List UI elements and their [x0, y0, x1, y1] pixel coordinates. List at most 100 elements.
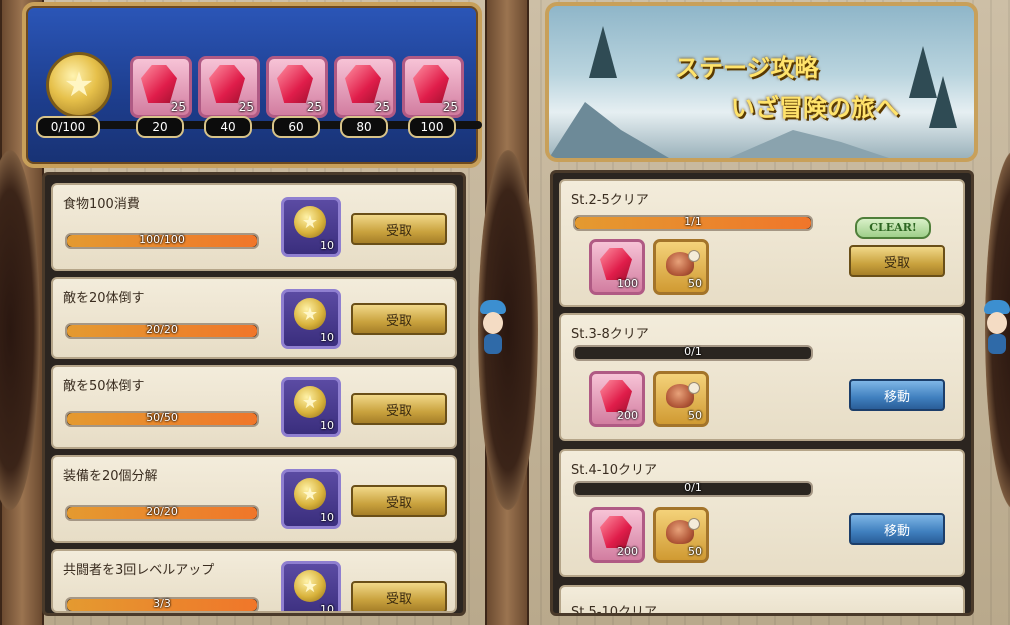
reward-qty: 200: [617, 409, 638, 422]
claim-button[interactable]: 受取: [351, 485, 447, 517]
stage-progress-text: 1/1: [684, 215, 702, 228]
gem-reward-item[interactable]: 200: [589, 507, 645, 563]
mission-progress-bar: 50/50: [65, 411, 259, 427]
star-reward-item[interactable]: ★ 10: [281, 377, 341, 437]
stage-progress-bar: 0/1: [573, 481, 813, 497]
stage-mission-card: St.2-5クリア 1/1 100 50 CLEAR! 受取: [559, 179, 965, 307]
reward-qty: 25: [170, 100, 186, 114]
star-reward-item[interactable]: ★ 10: [281, 289, 341, 349]
mission-progress-text: 20/20: [146, 323, 178, 336]
milestone-label-60: 60: [272, 116, 320, 138]
milestone-label-20: 20: [136, 116, 184, 138]
star-coin-icon: ★: [294, 478, 326, 510]
stage-progress-bar: 1/1: [573, 215, 813, 231]
stage-mission-panel: St.2-5クリア 1/1 100 50 CLEAR! 受取 St.3-8クリア…: [550, 170, 974, 616]
mission-progress-bar: 20/20: [65, 323, 259, 339]
mission-progress-text: 100/100: [139, 233, 185, 246]
stage-mission-card: St.5-10クリア: [559, 585, 965, 616]
star-medal-icon: ★: [46, 52, 112, 118]
mountain-shape: [729, 130, 889, 158]
claim-button[interactable]: 受取: [351, 581, 447, 611]
mission-progress-text: 20/20: [146, 505, 178, 518]
reward-qty: 25: [238, 100, 254, 114]
gem-icon: [600, 248, 632, 280]
milestone-reward-100[interactable]: 25: [402, 56, 464, 118]
milestone-label-100: 100: [408, 116, 456, 138]
gem-icon: [600, 516, 632, 548]
gem-icon: [413, 65, 449, 103]
claim-button[interactable]: 受取: [849, 245, 945, 277]
reward-qty: 10: [320, 603, 334, 613]
star-reward-item[interactable]: ★ 10: [281, 469, 341, 529]
reward-qty: 10: [320, 331, 334, 344]
mission-progress-banner: ★ 25 25 25 25 25 0/100 20 40 60 80 100: [22, 2, 482, 168]
go-button[interactable]: 移動: [849, 513, 945, 545]
stage-mission-card: St.4-10クリア 0/1 200 50 移動: [559, 449, 965, 577]
score-counter: 0/100: [36, 116, 100, 138]
milestone-reward-60[interactable]: 25: [266, 56, 328, 118]
star-reward-item[interactable]: ★ 10: [281, 197, 341, 257]
gem-icon: [600, 380, 632, 412]
claim-button[interactable]: 受取: [351, 393, 447, 425]
stage-mission-title: St.4-10クリア: [571, 463, 657, 478]
star-coin-icon: ★: [294, 206, 326, 238]
reward-qty: 10: [320, 419, 334, 432]
mission-progress-bar: 100/100: [65, 233, 259, 249]
gem-icon: [141, 65, 177, 103]
milestone-reward-80[interactable]: 25: [334, 56, 396, 118]
meat-reward-item[interactable]: 50: [653, 371, 709, 427]
stage-banner: ステージ攻略 いざ冒険の旅へ: [545, 2, 978, 162]
stage-progress-text: 0/1: [684, 481, 702, 494]
stage-mission-title: St.3-8クリア: [571, 327, 649, 342]
meat-reward-item[interactable]: 50: [653, 507, 709, 563]
milestone-label-80: 80: [340, 116, 388, 138]
mission-card: 食物100消費 100/100 ★ 10 受取: [51, 183, 457, 271]
milestone-label-40: 40: [204, 116, 252, 138]
pine-tree: [589, 26, 617, 78]
clear-badge: CLEAR!: [855, 217, 931, 239]
mission-card: 敵を20体倒す 20/20 ★ 10 受取: [51, 277, 457, 359]
mission-title: 共闘者を3回レベルアップ: [63, 563, 215, 578]
mission-title: 装備を20個分解: [63, 469, 158, 484]
gem-icon: [277, 65, 313, 103]
claim-button[interactable]: 受取: [351, 303, 447, 335]
gem-reward-item[interactable]: 100: [589, 239, 645, 295]
star-reward-item[interactable]: ★ 10: [281, 561, 341, 613]
mission-card: 共闘者を3回レベルアップ 3/3 ★ 10 受取: [51, 549, 457, 613]
reward-qty: 25: [442, 100, 458, 114]
mission-progress-text: 3/3: [153, 597, 171, 610]
reward-qty: 50: [688, 545, 702, 558]
reward-qty: 25: [374, 100, 390, 114]
pine-tree: [929, 76, 957, 128]
milestone-reward-20[interactable]: 25: [130, 56, 192, 118]
gem-reward-item[interactable]: 200: [589, 371, 645, 427]
mission-progress-bar: 3/3: [65, 597, 259, 611]
stage-mission-title: St.5-10クリア: [571, 605, 657, 616]
mission-progress-bar: 20/20: [65, 505, 259, 521]
stage-progress-text: 0/1: [684, 345, 702, 358]
star-coin-icon: ★: [294, 298, 326, 330]
reward-qty: 25: [306, 100, 322, 114]
bone-icon: [688, 382, 700, 394]
mission-title: 敵を50体倒す: [63, 379, 145, 394]
star-coin-icon: ★: [294, 386, 326, 418]
mission-card: 装備を20個分解 20/20 ★ 10 受取: [51, 455, 457, 543]
milestone-reward-40[interactable]: 25: [198, 56, 260, 118]
reward-qty: 50: [688, 277, 702, 290]
stage-mission-title: St.2-5クリア: [571, 193, 649, 208]
daily-mission-panel: 食物100消費 100/100 ★ 10 受取 敵を20体倒す 20/20 ★ …: [42, 172, 466, 616]
meat-reward-item[interactable]: 50: [653, 239, 709, 295]
bone-icon: [688, 250, 700, 262]
reward-qty: 200: [617, 545, 638, 558]
chibi-character: [480, 300, 506, 356]
reward-qty: 50: [688, 409, 702, 422]
mission-title: 敵を20体倒す: [63, 291, 145, 306]
reward-qty: 10: [320, 239, 334, 252]
banner-title-line2: いざ冒険の旅へ: [731, 94, 899, 122]
mountain-shape: [549, 102, 669, 158]
banner-title-line1: ステージ攻略: [675, 54, 819, 82]
claim-button[interactable]: 受取: [351, 213, 447, 245]
go-button[interactable]: 移動: [849, 379, 945, 411]
mission-progress-text: 50/50: [146, 411, 178, 424]
bone-icon: [688, 518, 700, 530]
